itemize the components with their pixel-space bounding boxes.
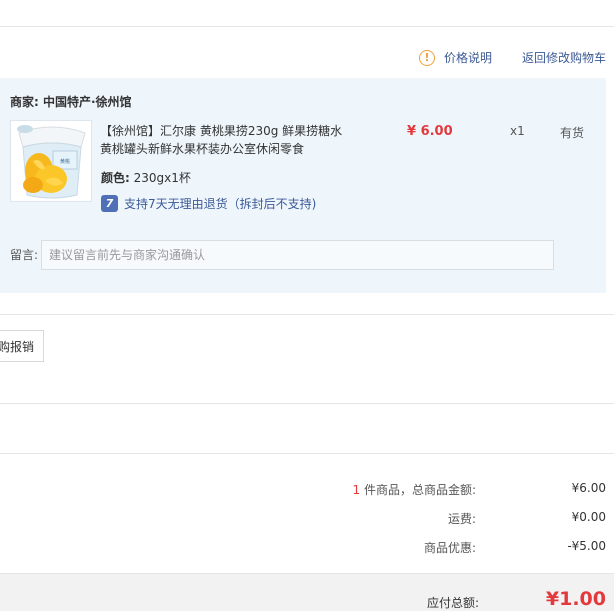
payable-label: 应付总额:: [426, 596, 479, 610]
back-to-cart-link[interactable]: 返回修改购物车: [522, 49, 606, 66]
price-info-label: 价格说明: [443, 51, 492, 65]
shop-label: 商家:: [10, 95, 39, 109]
section-divider-2: [0, 403, 614, 404]
return-policy-text[interactable]: 支持7天无理由退货（拆封后不支持): [124, 195, 316, 212]
top-links: ! 价格说明 返回修改购物车: [418, 49, 606, 66]
goods-total-label: 件商品，总商品金额:: [360, 483, 476, 497]
seven-day-return-icon: 7: [101, 195, 118, 212]
discount-label: 商品优惠:: [423, 541, 476, 555]
product-thumbnail[interactable]: 黄桃: [10, 120, 92, 202]
section-divider-1: [0, 314, 614, 315]
memo-input[interactable]: [41, 240, 554, 270]
product-spec: 颜色: 230gx1杯: [101, 169, 191, 186]
product-quantity: x1: [510, 124, 525, 138]
shipping-label: 运费:: [447, 512, 476, 526]
goods-total-value: ¥6.00: [571, 481, 606, 495]
shop-row: 商家: 中国特产·徐州馆: [10, 93, 132, 110]
product-title: 【徐州馆】汇尔康 黄桃果捞230g 鲜果捞糖水黄桃罐头新鲜水果杯装办公室休闲零食: [100, 122, 350, 158]
section-divider-3: [0, 453, 614, 454]
memo-label: 留言:: [10, 248, 39, 262]
product-price: ¥ 6.00: [407, 124, 453, 139]
discount-value: -¥5.00: [567, 539, 606, 553]
item-count: 1: [352, 483, 361, 497]
shop-name[interactable]: 中国特产·徐州馆: [43, 95, 132, 109]
top-divider: [0, 26, 614, 27]
svg-text:黄桃: 黄桃: [60, 158, 70, 165]
price-info-link[interactable]: ! 价格说明: [418, 49, 492, 66]
peach-can-image: 黄桃: [11, 121, 91, 201]
payable-total-bar: 应付总额: ¥1.00: [0, 573, 614, 611]
exclamation-circle-icon: !: [418, 49, 435, 66]
shipping-value: ¥0.00: [571, 510, 606, 524]
product-title-link[interactable]: 【徐州馆】汇尔康 黄桃果捞230g 鲜果捞糖水黄桃罐头新鲜水果杯装办公室休闲零食: [100, 124, 342, 156]
spec-label: 颜色:: [101, 171, 130, 185]
summary-shipping: 运费: ¥0.00: [276, 510, 606, 527]
order-item-box: 商家: 中国特产·徐州馆 黄桃 【徐州馆】汇尔康 黄桃果捞230g 鲜果捞糖水黄…: [0, 78, 606, 293]
summary-discount: 商品优惠: -¥5.00: [276, 539, 606, 556]
summary-goods-total: 1 件商品，总商品金额: ¥6.00: [276, 481, 607, 498]
spec-value: 230gx1杯: [133, 171, 191, 185]
payable-value: ¥1.00: [545, 588, 606, 610]
return-policy: 7 支持7天无理由退货（拆封后不支持): [101, 195, 316, 212]
reimburse-button[interactable]: 购报销: [0, 330, 44, 362]
stock-status: 有货: [560, 126, 585, 140]
